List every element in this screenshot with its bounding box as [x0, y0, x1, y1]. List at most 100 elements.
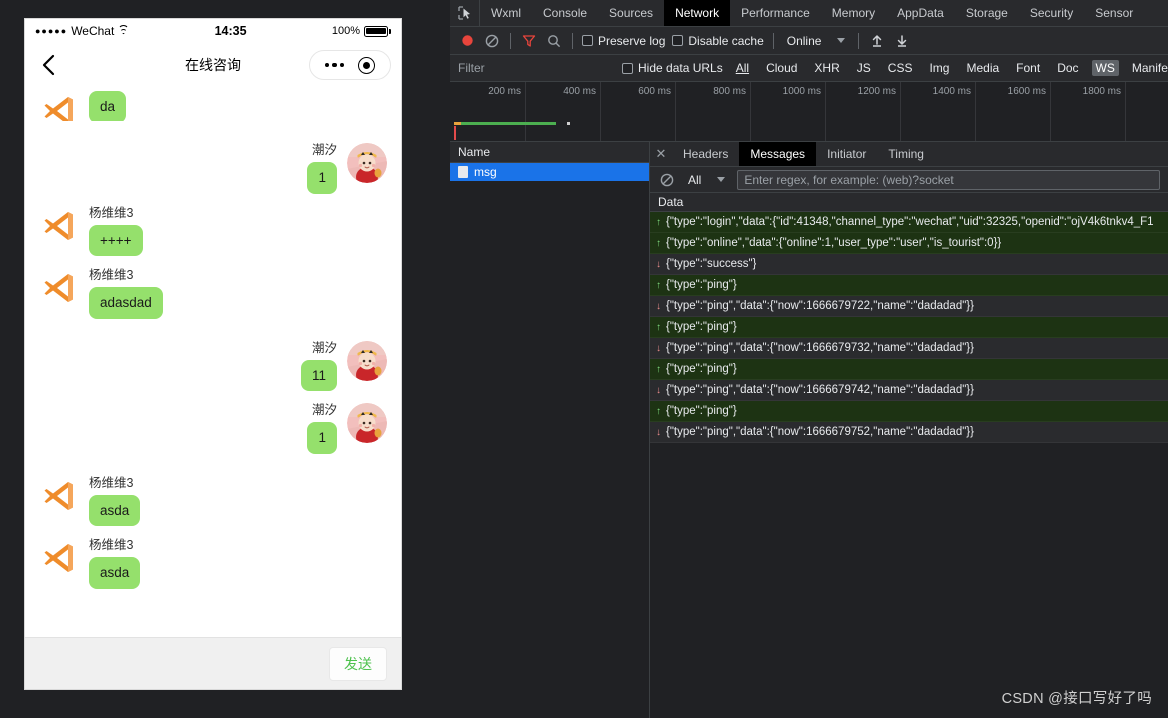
target-circle-icon[interactable]	[358, 56, 376, 74]
message-bubble[interactable]: adasdad	[89, 287, 163, 319]
websocket-message-row[interactable]: ↓ {"type":"ping","data":{"now":166667972…	[650, 296, 1168, 317]
tab-appdata[interactable]: AppData	[886, 0, 955, 26]
status-left: ●●●●● WeChat	[35, 24, 130, 38]
message-sender-name: 潮汐	[311, 143, 337, 157]
filter-type-doc[interactable]: Doc	[1053, 60, 1082, 76]
message-bubble[interactable]: asda	[89, 557, 141, 589]
messages-regex-input[interactable]	[737, 169, 1160, 190]
tab-security[interactable]: Security	[1019, 0, 1084, 26]
preserve-log-checkbox[interactable]: Preserve log	[582, 34, 665, 48]
chevron-left-icon[interactable]	[35, 52, 61, 78]
detail-tab-initiator[interactable]: Initiator	[816, 142, 877, 166]
clear-forbidden-icon[interactable]	[658, 171, 676, 189]
message-column: 潮汐 11	[300, 340, 337, 392]
filter-type-media[interactable]: Media	[962, 60, 1003, 76]
detail-tab-timing[interactable]: Timing	[877, 142, 935, 166]
request-list-panel: Name msg	[450, 142, 650, 718]
close-icon[interactable]: ✕	[650, 142, 672, 166]
send-button[interactable]: 发送	[329, 646, 387, 681]
message-bubble[interactable]: 1	[307, 422, 337, 454]
websocket-message-list[interactable]: ↑ {"type":"login","data":{"id":41348,"ch…	[650, 212, 1168, 718]
message-bubble[interactable]: 11	[300, 359, 337, 392]
filter-type-manifest[interactable]: Manifest	[1128, 60, 1168, 76]
hide-data-urls-checkbox[interactable]: Hide data URLs	[622, 61, 723, 75]
tab-memory[interactable]: Memory	[821, 0, 886, 26]
tab-performance[interactable]: Performance	[730, 0, 821, 26]
websocket-message-row[interactable]: ↓ {"type":"success"}	[650, 254, 1168, 275]
chat-input-bar: 发送	[25, 637, 401, 689]
inspect-cursor-icon[interactable]	[450, 0, 480, 26]
funnel-icon[interactable]	[520, 32, 538, 50]
message-bubble[interactable]: ++++	[89, 224, 143, 257]
upload-arrow-icon[interactable]	[868, 32, 886, 50]
throttling-value: Online	[786, 33, 822, 48]
network-overview-timeline[interactable]: 200 ms 400 ms 600 ms 800 ms 1000 ms 1200…	[450, 82, 1168, 142]
websocket-message-row[interactable]: ↑ {"type":"ping"}	[650, 317, 1168, 338]
message-payload: {"type":"online","data":{"online":1,"use…	[666, 237, 1002, 249]
websocket-message-row[interactable]: ↑ {"type":"login","data":{"id":41348,"ch…	[650, 212, 1168, 233]
filter-type-js[interactable]: JS	[853, 60, 875, 76]
tide-child-avatar[interactable]	[347, 403, 387, 444]
detail-tab-headers[interactable]: Headers	[672, 142, 739, 166]
tab-sources[interactable]: Sources	[598, 0, 664, 26]
filter-input[interactable]	[458, 61, 613, 75]
request-row-msg[interactable]: msg	[450, 163, 649, 181]
websocket-message-row[interactable]: ↓ {"type":"ping","data":{"now":166667974…	[650, 380, 1168, 401]
filter-type-ws[interactable]: WS	[1091, 60, 1119, 76]
mini-program-capsule[interactable]	[309, 50, 391, 80]
websocket-message-row[interactable]: ↑ {"type":"ping"}	[650, 401, 1168, 422]
filter-type-css[interactable]: CSS	[884, 60, 917, 76]
tab-wxml[interactable]: Wxml	[480, 0, 532, 26]
record-circle-icon[interactable]	[458, 32, 476, 50]
chat-message: 杨维维3 asda	[39, 538, 387, 589]
disable-cache-checkbox[interactable]: Disable cache	[672, 34, 764, 48]
tab-network[interactable]: Network	[664, 0, 731, 26]
direction-down-icon: ↓	[656, 384, 661, 396]
tab-sensor[interactable]: Sensor	[1084, 0, 1144, 26]
message-sender-name: 潮汐	[311, 340, 337, 355]
filter-type-font[interactable]: Font	[1012, 60, 1044, 76]
message-column: 潮汐 1	[307, 143, 337, 194]
message-bubble[interactable]: da	[89, 91, 127, 121]
status-right: 100%	[332, 25, 391, 37]
message-type-select[interactable]: All	[684, 172, 729, 188]
message-bubble[interactable]: asda	[89, 494, 141, 527]
timeline-red-marker	[454, 126, 456, 140]
chat-message: 杨维维3 ++++	[39, 206, 387, 257]
websocket-message-row[interactable]: ↑ {"type":"ping"}	[650, 359, 1168, 380]
tab-console[interactable]: Console	[532, 0, 598, 26]
filter-type-xhr[interactable]: XHR	[810, 60, 843, 76]
detail-tab-messages[interactable]: Messages	[739, 142, 817, 166]
filter-type-all[interactable]: All	[732, 60, 753, 76]
tide-child-avatar[interactable]	[347, 340, 387, 381]
more-dots-icon[interactable]	[324, 62, 345, 68]
message-payload: {"type":"ping","data":{"now":1666679752,…	[666, 426, 974, 438]
timeline-tick-label: 1200 ms	[857, 86, 896, 97]
clear-forbidden-icon[interactable]	[483, 32, 501, 50]
tide-child-avatar[interactable]	[347, 143, 387, 183]
message-column: 杨维维3 asda	[89, 476, 141, 527]
devtools-tab-bar: Wxml Console Sources Network Performance…	[450, 0, 1168, 27]
timeline-marker-dot	[567, 122, 570, 125]
message-payload: {"type":"ping","data":{"now":1666679742,…	[666, 384, 974, 396]
timeline-tick-label: 600 ms	[638, 86, 671, 97]
message-type-value: All	[688, 172, 702, 187]
download-arrow-icon[interactable]	[893, 32, 911, 50]
filter-type-img[interactable]: Img	[925, 60, 953, 76]
websocket-message-row[interactable]: ↓ {"type":"ping","data":{"now":166667973…	[650, 338, 1168, 359]
signal-dots-icon: ●●●●●	[35, 25, 68, 36]
tab-storage[interactable]: Storage	[955, 0, 1019, 26]
message-payload: {"type":"ping"}	[666, 279, 737, 291]
throttling-select[interactable]: Online	[783, 33, 850, 49]
search-icon[interactable]	[545, 32, 563, 50]
chat-message: 杨维维3 adasdad	[39, 268, 387, 319]
chat-message-list[interactable]: da 潮汐 1 杨维维3 ++++ 杨维维3 adasdad 潮汐 11 潮汐 …	[25, 87, 401, 637]
websocket-message-row[interactable]: ↑ {"type":"online","data":{"online":1,"u…	[650, 233, 1168, 254]
websocket-message-row[interactable]: ↑ {"type":"ping"}	[650, 275, 1168, 296]
message-payload: {"type":"ping"}	[666, 405, 737, 417]
direction-up-icon: ↑	[656, 237, 661, 249]
message-bubble[interactable]: 1	[307, 162, 337, 194]
filter-type-cloud[interactable]: Cloud	[762, 60, 801, 76]
message-payload: {"type":"ping"}	[666, 321, 737, 333]
websocket-message-row[interactable]: ↓ {"type":"ping","data":{"now":166667975…	[650, 422, 1168, 443]
